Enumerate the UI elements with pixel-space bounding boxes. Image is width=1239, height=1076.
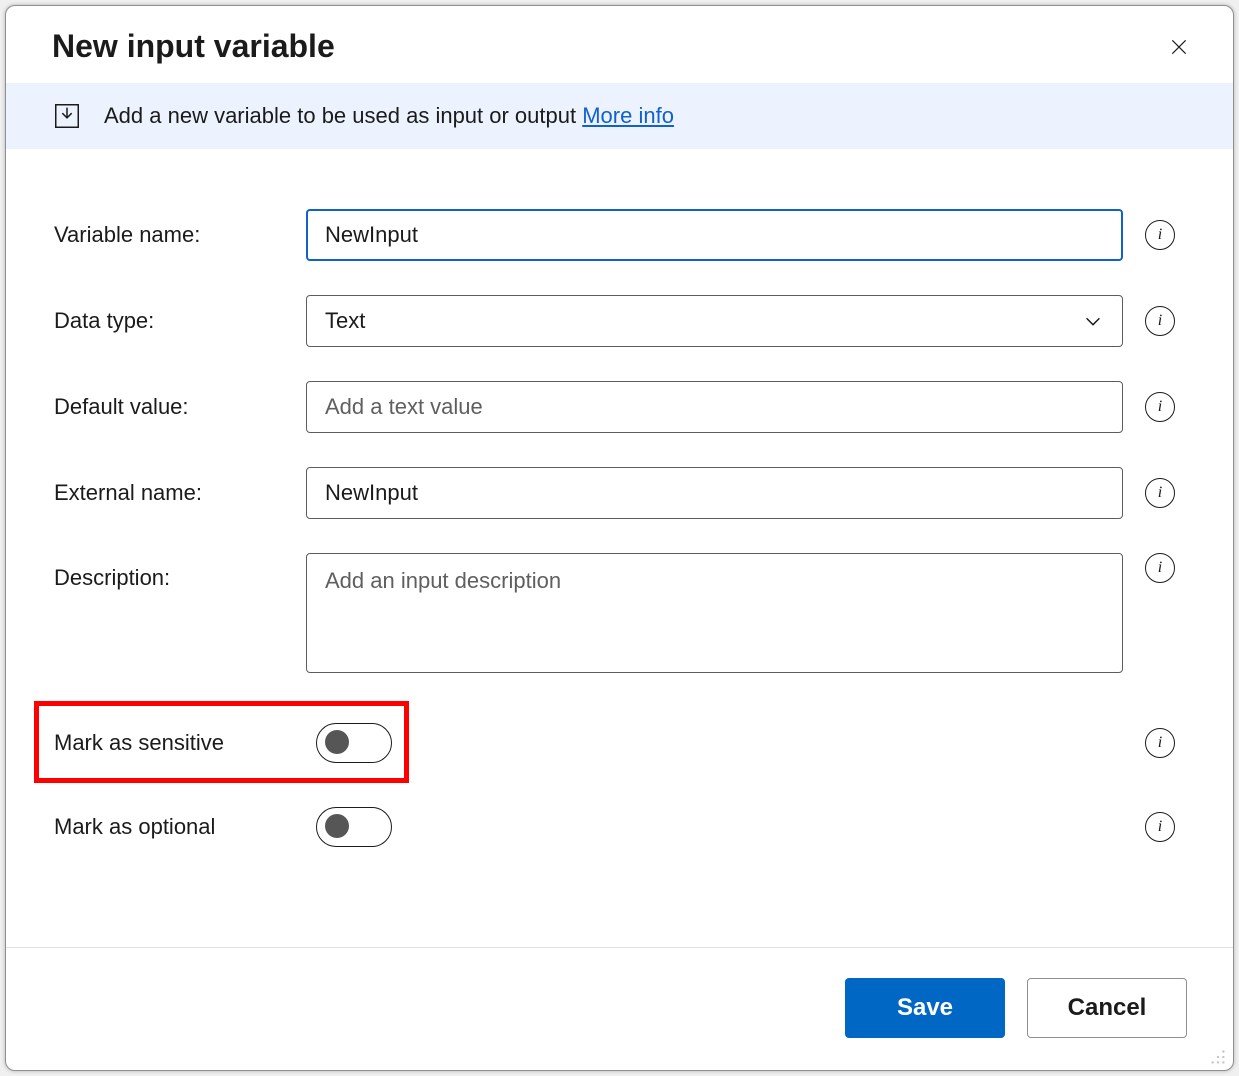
row-description: Description: xyxy=(54,553,1185,673)
dialog-title: New input variable xyxy=(52,28,335,65)
info-icon[interactable] xyxy=(1145,553,1175,583)
info-icon[interactable] xyxy=(1145,392,1175,422)
label-description: Description: xyxy=(54,553,294,591)
description-input[interactable] xyxy=(306,553,1123,673)
chevron-down-icon xyxy=(1082,310,1104,332)
cancel-button[interactable]: Cancel xyxy=(1027,978,1187,1038)
row-sensitive: Mark as sensitive xyxy=(54,707,1185,779)
sensitive-toggle[interactable] xyxy=(316,723,392,763)
info-icon[interactable] xyxy=(1145,478,1175,508)
label-external-name: External name: xyxy=(54,480,294,506)
dialog-footer: Save Cancel xyxy=(6,947,1233,1070)
banner-text: Add a new variable to be used as input o… xyxy=(104,103,582,128)
external-name-input[interactable] xyxy=(306,467,1123,519)
close-icon xyxy=(1169,37,1189,57)
info-icon[interactable] xyxy=(1145,728,1175,758)
data-type-value: Text xyxy=(325,308,365,334)
optional-toggle[interactable] xyxy=(316,807,392,847)
row-default-value: Default value: xyxy=(54,381,1185,433)
more-info-link[interactable]: More info xyxy=(582,103,674,128)
sensitive-wrapper: Mark as sensitive xyxy=(54,707,1185,779)
label-data-type: Data type: xyxy=(54,308,294,334)
row-optional: Mark as optional xyxy=(54,791,1185,863)
info-banner-text: Add a new variable to be used as input o… xyxy=(104,103,674,129)
row-data-type: Data type: Text xyxy=(54,295,1185,347)
info-icon[interactable] xyxy=(1145,306,1175,336)
info-icon[interactable] xyxy=(1145,220,1175,250)
info-icon[interactable] xyxy=(1145,812,1175,842)
resize-grip[interactable] xyxy=(1209,1048,1227,1066)
label-sensitive: Mark as sensitive xyxy=(54,730,314,756)
row-variable-name: Variable name: xyxy=(54,209,1185,261)
label-default-value: Default value: xyxy=(54,394,294,420)
variable-name-input[interactable] xyxy=(306,209,1123,261)
row-external-name: External name: xyxy=(54,467,1185,519)
data-type-select[interactable]: Text xyxy=(306,295,1123,347)
save-button[interactable]: Save xyxy=(845,978,1005,1038)
dialog-header: New input variable xyxy=(6,6,1233,83)
input-box-icon xyxy=(52,101,82,131)
label-variable-name: Variable name: xyxy=(54,222,294,248)
new-input-variable-dialog: New input variable Add a new variable to… xyxy=(5,5,1234,1071)
close-button[interactable] xyxy=(1165,33,1193,61)
label-optional: Mark as optional xyxy=(54,814,314,840)
default-value-input[interactable] xyxy=(306,381,1123,433)
form-area: Variable name: Data type: Text Default v… xyxy=(6,149,1233,947)
info-banner: Add a new variable to be used as input o… xyxy=(6,83,1233,149)
